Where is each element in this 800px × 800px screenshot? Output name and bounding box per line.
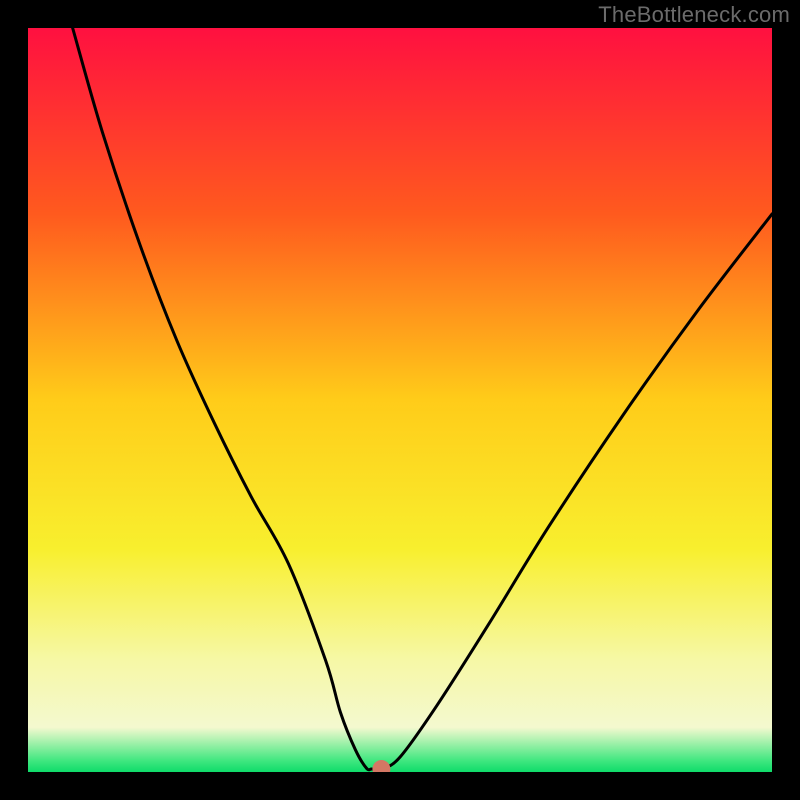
- gradient-background: [28, 28, 772, 772]
- plot-area: [28, 28, 772, 772]
- watermark-text: TheBottleneck.com: [598, 2, 790, 28]
- chart-frame: TheBottleneck.com: [0, 0, 800, 800]
- chart-svg: [28, 28, 772, 772]
